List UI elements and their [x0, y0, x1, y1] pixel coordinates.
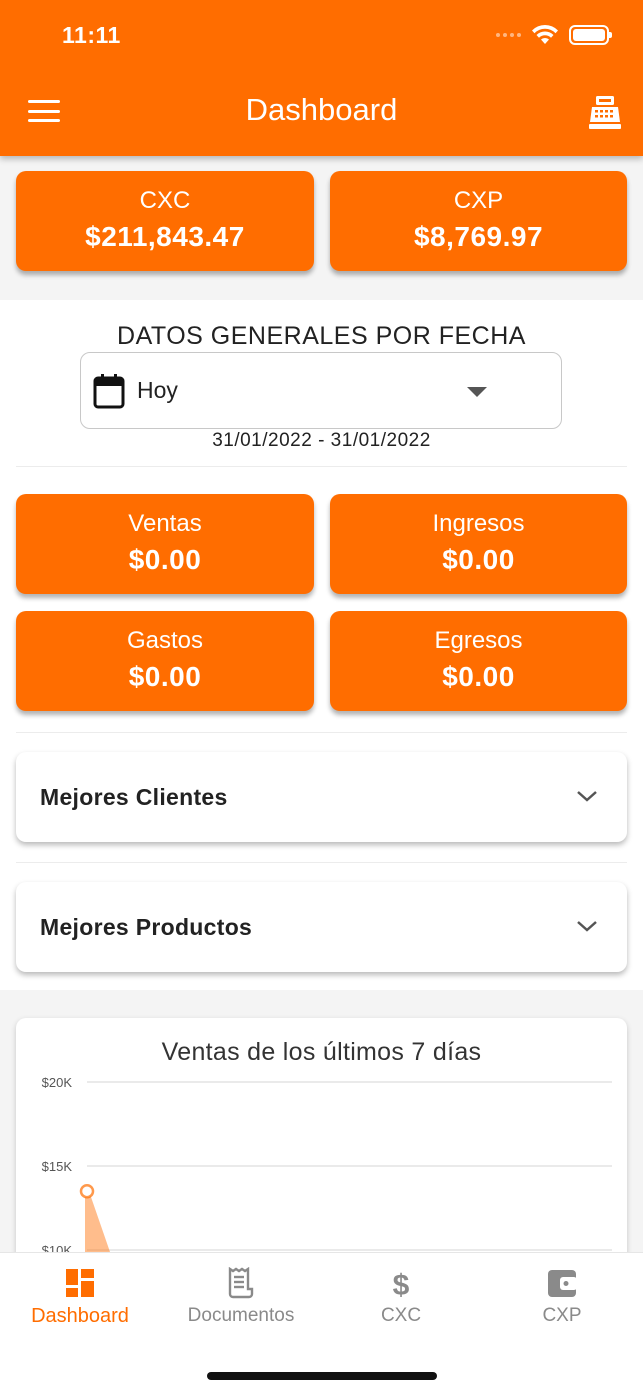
bottom-navigation: Dashboard Documentos $ CXC CXP	[0, 1252, 643, 1392]
nav-cxc[interactable]: $ CXC	[321, 1253, 481, 1353]
ingresos-label: Ingresos	[432, 510, 525, 537]
gastos-value: $0.00	[128, 661, 202, 692]
app-bar: 11:11 Dashboard	[0, 0, 643, 156]
best-clients-title: Mejores Clientes	[40, 784, 228, 810]
chevron-down-icon	[577, 791, 597, 802]
ventas-card[interactable]: Ventas $0.00	[16, 494, 314, 594]
general-data-title: DATOS GENERALES POR FECHA	[117, 322, 526, 350]
best-products-title: Mejores Productos	[40, 914, 253, 940]
cxc-label: CXC	[139, 187, 191, 214]
wifi-icon	[532, 24, 558, 44]
nav-cxp[interactable]: CXP	[482, 1253, 642, 1353]
sales-chart-card: Ventas de los últimos 7 días $20K $15K $10…	[16, 1018, 627, 1278]
page-title: Dashboard	[245, 92, 398, 127]
cellular-signal-icon	[496, 33, 521, 37]
divider	[16, 466, 627, 467]
cash-register-icon[interactable]	[587, 94, 623, 130]
receipt-icon	[228, 1267, 254, 1299]
cxc-value: $211,843.47	[85, 221, 245, 252]
nav-dashboard-label: Dashboard	[31, 1305, 129, 1327]
divider	[16, 732, 627, 733]
calendar-icon	[93, 374, 125, 409]
nav-documentos-label: Documentos	[187, 1305, 295, 1326]
ingresos-card[interactable]: Ingresos $0.00	[330, 494, 627, 594]
best-clients-expander[interactable]: Mejores Clientes	[16, 752, 627, 842]
chart-data-point	[79, 1183, 95, 1199]
gastos-card[interactable]: Gastos $0.00	[16, 611, 314, 711]
dashboard-icon	[66, 1269, 94, 1297]
dollar-icon: $	[393, 1269, 410, 1299]
chart-y-tick-label: $20K	[42, 1075, 73, 1090]
period-dropdown[interactable]: Hoy	[80, 352, 562, 429]
egresos-value: $0.00	[442, 661, 515, 692]
ventas-label: Ventas	[128, 510, 202, 537]
cxp-label: CXP	[453, 187, 504, 214]
egresos-label: Egresos	[434, 627, 523, 654]
chevron-down-icon	[577, 921, 597, 932]
dropdown-arrow-icon	[467, 387, 487, 397]
ingresos-value: $0.00	[442, 544, 515, 575]
nav-documentos[interactable]: Documentos	[161, 1253, 321, 1353]
period-selected-value: Hoy	[137, 377, 178, 403]
chart-y-tick-label: $15K	[42, 1159, 73, 1174]
cxc-summary-card[interactable]: CXC $211,843.47	[16, 171, 314, 271]
nav-cxp-label: CXP	[542, 1305, 582, 1326]
status-icons	[496, 24, 612, 46]
wallet-icon	[548, 1270, 577, 1297]
sales-chart: $20K$15K$10K	[42, 1075, 612, 1278]
nav-cxc-label: CXC	[380, 1305, 422, 1326]
svg-text:$: $	[393, 1269, 410, 1299]
home-indicator	[207, 1372, 437, 1380]
cxp-value: $8,769.97	[413, 221, 544, 252]
cxp-summary-card[interactable]: CXP $8,769.97	[330, 171, 627, 271]
battery-icon	[569, 25, 612, 45]
divider	[16, 862, 627, 863]
best-products-expander[interactable]: Mejores Productos	[16, 882, 627, 972]
date-range-text: 31/01/2022 - 31/01/2022	[212, 430, 431, 451]
status-time: 11:11	[62, 22, 121, 48]
egresos-card[interactable]: Egresos $0.00	[330, 611, 627, 711]
ventas-value: $0.00	[128, 544, 202, 575]
nav-dashboard[interactable]: Dashboard	[0, 1253, 160, 1353]
gastos-label: Gastos	[126, 627, 204, 654]
